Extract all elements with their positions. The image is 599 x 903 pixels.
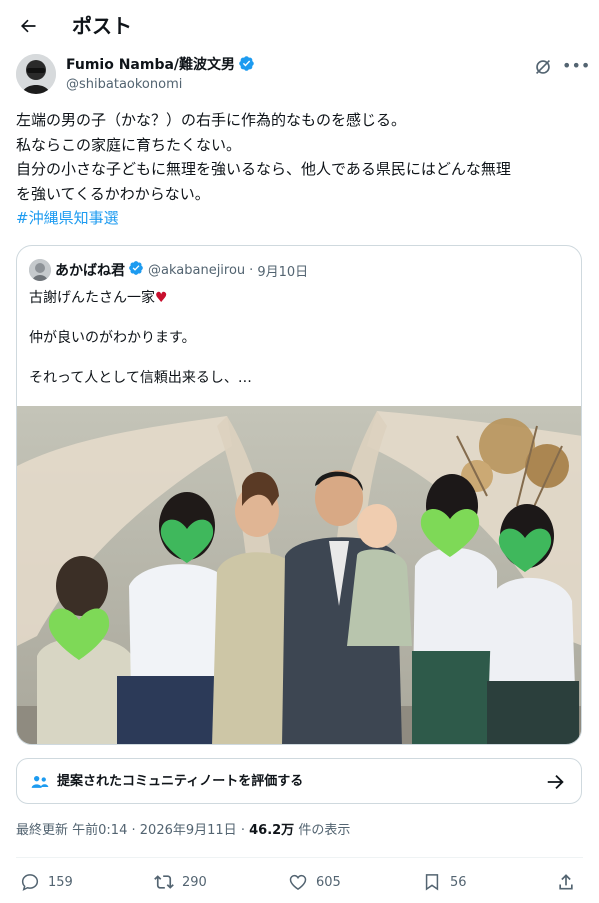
arrow-left-icon — [21, 19, 36, 33]
bookmark-button[interactable]: 56 — [422, 870, 467, 894]
tweet-line: 私ならこの家庭に育ちたくない。 — [16, 135, 242, 154]
view-count: 46.2万 — [249, 823, 295, 838]
quote-date[interactable]: 9月10日 — [257, 261, 308, 280]
like-button[interactable]: 605 — [288, 870, 341, 894]
tweet-text: 左端の男の子（かな？）の右手に作為的なものを感じる。 私ならこの家庭に育ちたくな… — [16, 108, 586, 231]
quote-handle[interactable]: @akabanejirou — [148, 263, 245, 278]
like-count: 605 — [316, 874, 341, 890]
quoted-tweet[interactable]: あかばね君 @akabanejirou · 9月10日 古謝げんたさん一家♥ 仲… — [16, 245, 582, 745]
community-people-icon — [30, 772, 50, 792]
divider — [16, 857, 583, 858]
quote-author-name[interactable]: あかばね君 — [55, 260, 125, 280]
family-photo[interactable] — [17, 406, 581, 744]
more-options-icon[interactable]: ••• — [562, 56, 590, 78]
meta-separator: · — [240, 823, 245, 838]
repost-icon — [154, 875, 174, 889]
community-note-label[interactable]: 提案されたコミュニティノートを評価する — [57, 772, 303, 792]
community-note-button[interactable]: 提案されたコミュニティノートを評価する — [16, 758, 582, 804]
arrow-right-icon — [545, 771, 567, 793]
heart-icon — [289, 874, 307, 890]
verified-badge-icon — [128, 260, 144, 280]
repost-button[interactable]: 290 — [154, 870, 207, 894]
quote-line-text: 古謝げんたさん一家 — [29, 290, 155, 306]
last-updated-label: 最終更新 — [16, 823, 69, 838]
back-button[interactable] — [14, 12, 42, 40]
share-icon — [559, 874, 573, 890]
page-title: ポスト — [72, 14, 132, 38]
top-bar: ポスト — [0, 0, 599, 52]
reply-count: 159 — [48, 874, 73, 890]
tweet-line: 左端の男の子（かな？）の右手に作為的なものを感じる。 — [16, 111, 407, 129]
photo-illustration — [17, 406, 581, 744]
meta-separator: · — [131, 823, 136, 838]
share-button[interactable] — [556, 870, 584, 894]
bookmark-icon — [425, 874, 439, 891]
view-count-suffix: 件の表示 — [298, 823, 351, 838]
quote-text: 古謝げんたさん一家♥ 仲が良いのがわかります。 それって人として信頼出来るし、… — [29, 288, 252, 388]
author-avatar[interactable] — [16, 54, 56, 94]
reply-button[interactable]: 159 — [20, 870, 73, 894]
tweet-meta: 最終更新 午前0:14 · 2026年9月11日 · 46.2万 件の表示 — [16, 822, 350, 840]
tweet-line: 自分の小さな子どもに無理を強いるなら、他人である県民にはどんな無理 — [16, 160, 511, 178]
quote-avatar[interactable] — [29, 259, 51, 281]
tweet-time[interactable]: 午前0:14 — [72, 823, 127, 838]
author-handle[interactable]: @shibataokonomi — [66, 76, 182, 94]
quote-header: あかばね君 @akabanejirou · 9月10日 — [29, 259, 308, 281]
quote-line: それって人として信頼出来るし、… — [29, 370, 252, 386]
verified-badge-icon — [238, 55, 255, 77]
quote-separator: · — [249, 262, 254, 278]
reply-icon — [21, 874, 39, 891]
avatar-image — [16, 54, 56, 94]
repost-count: 290 — [182, 874, 207, 890]
red-heart-emoji: ♥ — [155, 290, 168, 306]
tweet-date[interactable]: 2026年9月11日 — [140, 823, 237, 838]
bookmark-count: 56 — [450, 874, 467, 890]
quote-line: 仲が良いのがわかります。 — [29, 330, 196, 346]
hashtag-link[interactable]: #沖縄県知事選 — [16, 206, 586, 231]
author-name[interactable]: Fumio Namba/難波文男 — [66, 57, 235, 73]
grok-icon[interactable] — [532, 56, 554, 78]
tweet-line: を強いてくるかわからない。 — [16, 184, 210, 203]
author-name-row[interactable]: Fumio Namba/難波文男 — [66, 55, 255, 77]
tweet-author: Fumio Namba/難波文男 @shibataokonomi ••• — [16, 54, 590, 98]
quote-line: 古謝げんたさん一家♥ — [29, 288, 252, 308]
action-bar: 159 290 605 56 — [0, 866, 599, 898]
